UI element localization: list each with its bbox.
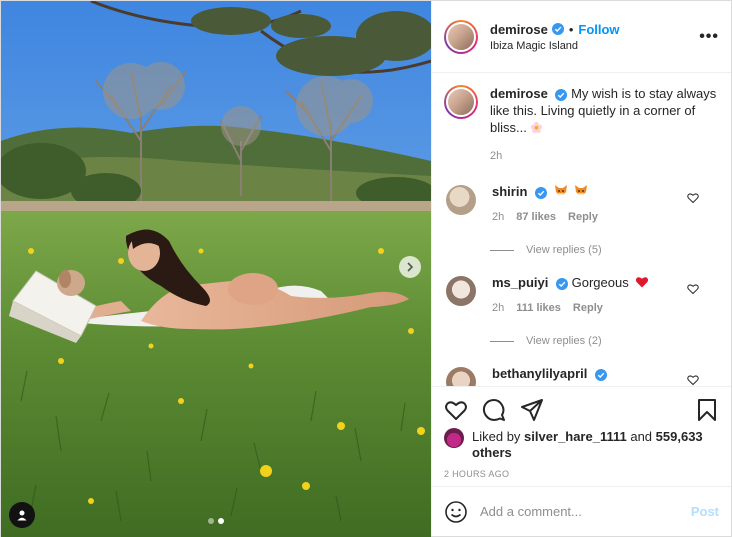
post-header: demirose • Follow Ibiza Magic Island ••• [432,1,731,73]
comment-time: 2h [492,302,505,314]
flower-icon [531,121,543,134]
liked-by-label: Liked by [472,429,521,444]
fox-face-icon [575,185,588,195]
save-bookmark-icon[interactable] [695,398,719,422]
commenter-username[interactable]: bethanylilyapril [492,366,587,381]
reply-button[interactable]: Reply [573,300,603,317]
post-sidebar: demirose • Follow Ibiza Magic Island •••… [431,1,731,536]
divider [490,249,514,251]
location-link[interactable]: Ibiza Magic Island [490,40,699,52]
commenter-avatar[interactable] [446,185,476,215]
caption: demirose My wish is to stay always like … [444,85,719,165]
carousel-dot [208,518,214,524]
post-photo [1,1,431,537]
add-comment-bar: Post [432,486,731,536]
post-actions: Liked by silver_hare_1111 and 559,633 ot… [432,386,731,486]
carousel-next-button[interactable] [399,256,421,278]
comment-text: Gorgeous [571,275,629,290]
author-avatar[interactable] [444,19,478,54]
comment-item: shirin 2h 87 likes Reply [444,183,719,226]
post-comment-button[interactable]: Post [691,504,719,519]
divider [490,340,514,342]
carousel-indicator [1,518,431,524]
like-heart-icon[interactable] [444,398,468,422]
comment-item: bethanylilyapril [444,365,719,386]
like-comment-heart-icon[interactable] [687,374,699,386]
likes-summary: Liked by silver_hare_1111 and 559,633 ot… [444,428,719,461]
comment-likes[interactable]: 111 likes [516,300,561,317]
like-comment-heart-icon[interactable] [687,192,699,204]
verified-badge-icon [555,88,568,101]
author-username[interactable]: demirose [490,22,548,37]
comments-list[interactable]: demirose My wish is to stay always like … [432,73,731,386]
commenter-username[interactable]: shirin [492,184,527,199]
liked-and-label: and [630,429,653,444]
separator-dot: • [568,21,574,37]
more-options-icon[interactable]: ••• [699,28,719,46]
commenter-avatar[interactable] [446,367,476,386]
verified-badge-icon [595,368,607,381]
tagged-users-button[interactable] [9,502,35,528]
red-heart-icon [636,277,649,288]
comment-bubble-icon[interactable] [482,398,506,422]
view-replies-label: View replies (2) [526,335,602,347]
person-icon [17,510,27,521]
comment-input[interactable] [480,504,691,519]
post-timestamp: 2 HOURS AGO [444,469,510,479]
view-replies-label: View replies (5) [526,244,602,256]
view-replies-button[interactable]: View replies (5) [490,244,719,256]
verified-badge-icon [551,23,564,35]
emoji-smiley-icon[interactable] [444,500,468,524]
share-paper-plane-icon[interactable] [520,398,544,422]
carousel-dot-active [218,518,224,524]
comment-item: ms_puiyi Gorgeous 2h 111 likes Reply [444,274,719,317]
reply-button[interactable]: Reply [568,209,598,226]
verified-badge-icon [555,277,568,290]
follow-button[interactable]: Follow [578,22,619,37]
caption-username[interactable]: demirose [490,86,548,101]
liked-by-user[interactable]: silver_hare_1111 [524,429,627,444]
commenter-avatar[interactable] [446,276,476,306]
fox-face-icon [554,185,567,195]
chevron-right-icon [407,262,414,272]
comment-time: 2h [492,211,505,223]
comment-likes[interactable]: 87 likes [516,209,556,226]
liker-avatar[interactable] [444,428,464,448]
post-dialog: demirose • Follow Ibiza Magic Island •••… [0,0,732,537]
view-replies-button[interactable]: View replies (2) [490,335,719,347]
caption-time: 2h [490,150,503,162]
caption-avatar[interactable] [444,85,478,119]
like-comment-heart-icon[interactable] [687,283,699,295]
verified-badge-icon [535,186,548,199]
commenter-username[interactable]: ms_puiyi [492,275,548,290]
post-media[interactable] [1,1,431,537]
